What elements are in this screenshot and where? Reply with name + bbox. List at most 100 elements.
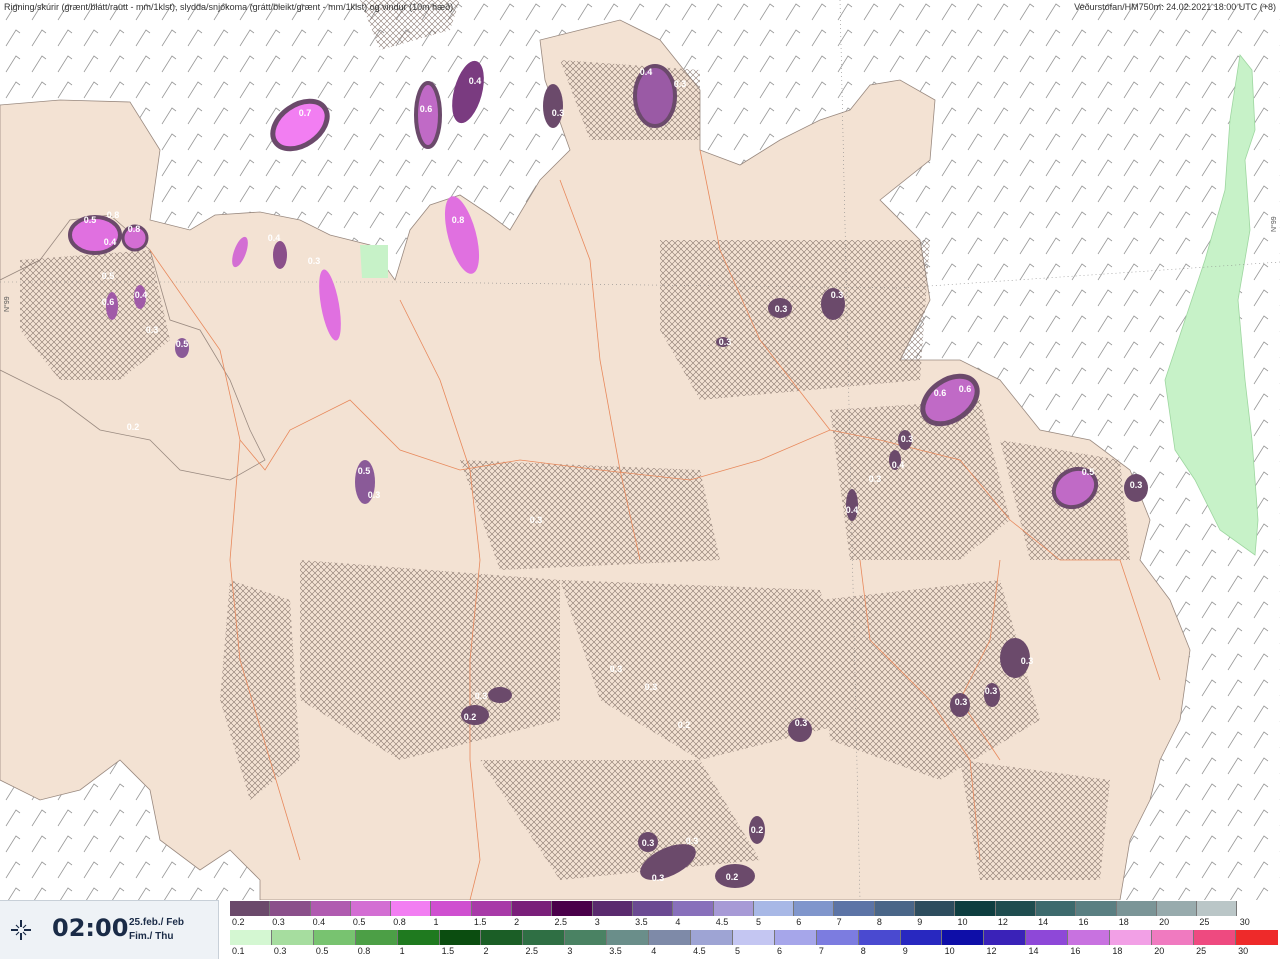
rain-scale-label: 30 <box>1238 946 1249 956</box>
snow-color-scale <box>230 901 1278 916</box>
snow-scale-label: 1 <box>433 917 439 927</box>
snow-scale-label: 0.5 <box>352 917 366 927</box>
snow-color-swatch <box>592 901 633 916</box>
snow-scale-label: 25 <box>1199 917 1210 927</box>
precip-label: 0.4 <box>846 505 859 515</box>
rain-scale-label: 2.5 <box>525 946 538 956</box>
snow-color-swatch <box>1076 901 1117 916</box>
precip-label: 0.3 <box>985 686 998 696</box>
snow-scale-label: 12 <box>997 917 1008 927</box>
precip-legend: 0.2 0.3 0.4 0.5 0.8 1 1.5 2 2.5 3 3.5 4 4.5 5 6 7 8 9 10 12… <box>228 900 1280 958</box>
snow-color-swatch <box>230 901 271 916</box>
precip-label: 0.3 <box>1130 480 1143 490</box>
precip-label: 0.6 <box>959 384 972 394</box>
rain-scale-label: 5 <box>735 946 741 956</box>
snow-color-swatch <box>995 901 1036 916</box>
precip-label: 0.8 <box>107 210 120 220</box>
rain-scale-label: 1 <box>399 946 405 956</box>
rain-color-swatch <box>858 930 901 945</box>
snow-scale-label: 0.2 <box>232 917 245 927</box>
precip-label: 0.8 <box>452 215 465 225</box>
snow-color-swatch <box>874 901 916 916</box>
snow-scale-label: 8 <box>876 917 882 927</box>
rain-scale-label: 6 <box>776 946 782 956</box>
snow-scale-label: 16 <box>1078 917 1089 927</box>
latitude-label: N°99 <box>1271 216 1278 232</box>
snow-scale-label: 9 <box>917 917 923 927</box>
forecast-date: 25.feb./ Feb <box>129 917 185 928</box>
precip-label: 0.4 <box>640 67 653 77</box>
rain-scale-label: 9 <box>902 946 908 956</box>
rain-scale-label: 0.3 <box>273 946 287 956</box>
precip-label: 0.3 <box>831 290 844 300</box>
rain-color-swatch <box>1110 930 1152 945</box>
rain-color-swatch <box>942 930 985 945</box>
rain-scale-label: 12 <box>986 946 997 956</box>
precip-label: 0.5 <box>84 215 97 225</box>
rain-color-swatch <box>1193 930 1236 945</box>
precip-label: 0.3 <box>775 304 788 314</box>
rain-color-swatch <box>439 930 482 945</box>
precip-label: 0.6 <box>420 104 433 114</box>
rain-scale-label: 25 <box>1196 946 1207 956</box>
snow-color-swatch <box>955 901 996 916</box>
rain-color-scale <box>230 930 1278 945</box>
precip-label: 0.7 <box>299 108 312 118</box>
rain-color-swatch <box>1235 930 1278 945</box>
forecast-time: 02:00 <box>52 914 129 942</box>
crosshair-icon[interactable] <box>10 919 32 941</box>
snow-scale-label: 14 <box>1038 917 1049 927</box>
snow-scale-label: 0.8 <box>393 917 406 927</box>
precip-label: 0.3 <box>146 325 159 335</box>
precip-label: 0.3 <box>1021 656 1034 666</box>
precip-label: 0.4 <box>268 233 281 243</box>
rain-color-swatch <box>1151 930 1194 945</box>
snow-color-swatch <box>632 901 674 916</box>
precip-label: 0.3 <box>552 108 565 118</box>
snow-scale-label: 5 <box>756 917 762 927</box>
rain-scale-labels: 0.1 0.3 0.5 0.8 1 1.5 2 2.5 3 3.5 4 4.5 5 6 7 8 9 10 12 14 1… <box>230 946 1278 958</box>
snow-color-swatch <box>512 901 553 916</box>
precip-label: 0.3 <box>955 697 968 707</box>
map-title: Rigning/skúrir (grænt/blátt/rautt - mm/1… <box>4 2 454 12</box>
rain-color-swatch <box>481 930 524 945</box>
precip-label: 0.5 <box>102 271 115 281</box>
rain-color-swatch <box>1068 930 1111 945</box>
snow-scale-label: 18 <box>1118 917 1129 927</box>
rain-scale-label: 0.8 <box>357 946 371 956</box>
snow-scale-label: 20 <box>1159 917 1170 927</box>
precip-label: 0.3 <box>674 79 687 89</box>
snow-scale-label: 2 <box>514 917 520 927</box>
rain-color-swatch <box>732 930 775 945</box>
precip-label: 0.2 <box>678 720 691 730</box>
rain-color-swatch <box>607 930 650 945</box>
precip-label: 0.3 <box>530 515 543 525</box>
precip-label: 0.2 <box>464 712 477 722</box>
rain-color-swatch <box>816 930 859 945</box>
rain-area-small <box>360 245 388 278</box>
precip-label: 0.3 <box>368 490 381 500</box>
rain-color-swatch <box>313 930 356 945</box>
snow-color-swatch <box>552 901 593 916</box>
rain-color-swatch <box>523 930 566 945</box>
rain-color-swatch <box>565 930 608 945</box>
rain-scale-label: 3.5 <box>609 946 622 956</box>
rain-scale-label: 8 <box>860 946 866 956</box>
snow-scale-label: 6 <box>796 917 802 927</box>
precip-label: 0.6 <box>102 297 115 307</box>
rain-color-swatch <box>690 930 733 945</box>
precip-label: 0.8 <box>128 224 141 234</box>
precip-label: 0.3 <box>610 664 623 674</box>
precip-label: 0.3 <box>795 718 808 728</box>
snow-scale-label: 0.3 <box>272 917 285 927</box>
rain-scale-label: 4.5 <box>693 946 706 956</box>
rain-scale-label: 2 <box>483 946 489 956</box>
rain-scale-label: 0.5 <box>315 946 329 956</box>
rain-color-swatch <box>355 930 398 945</box>
precip-label: 0.3 <box>869 474 882 484</box>
snow-color-swatch <box>673 901 714 916</box>
rain-scale-label: 20 <box>1154 946 1165 956</box>
snow-scale-label: 1.5 <box>473 917 487 927</box>
precip-label: 0.5 <box>358 466 371 476</box>
snow-color-swatch <box>471 901 513 916</box>
